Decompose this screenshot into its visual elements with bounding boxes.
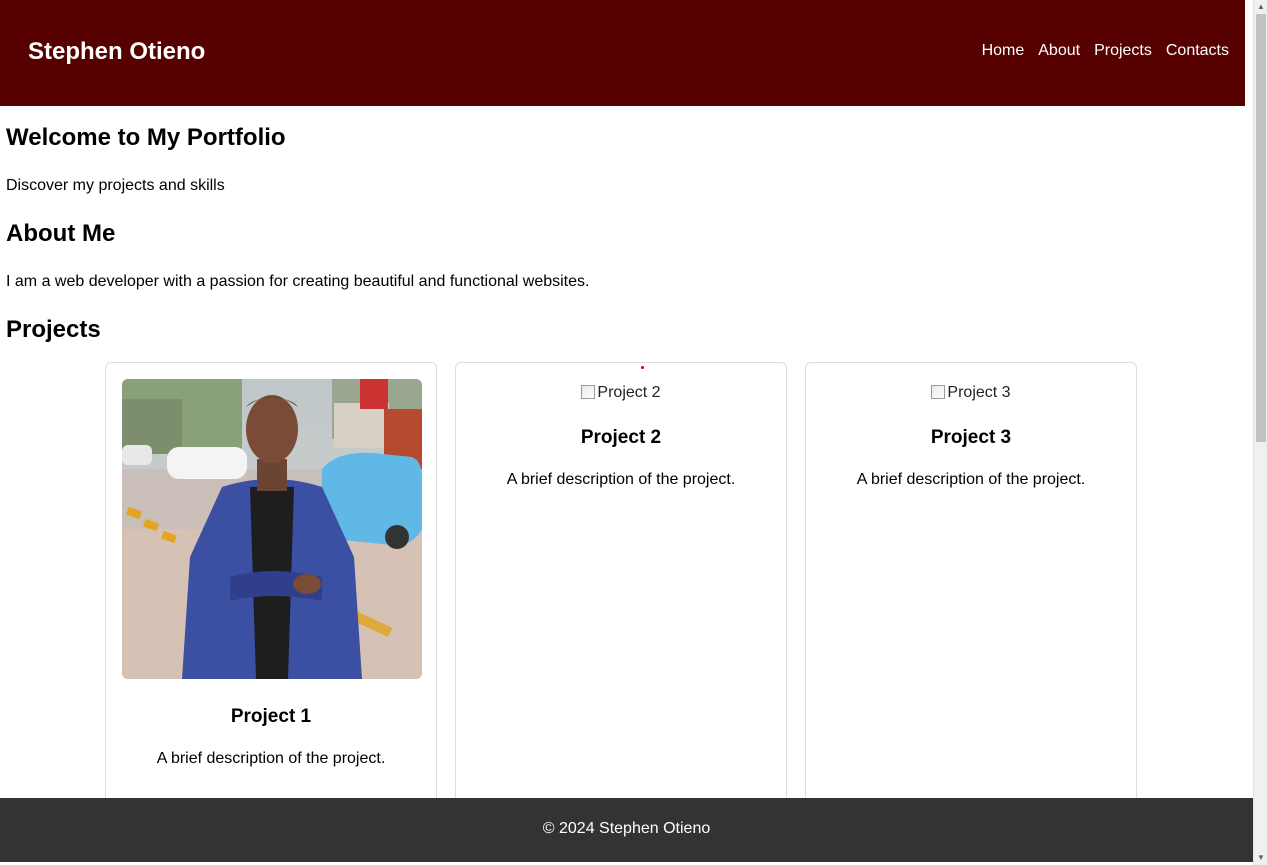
project-3-image-alt: Project 3	[947, 384, 1011, 401]
nav-link-contacts[interactable]: Contacts	[1166, 41, 1229, 61]
project-3-image: Project 3	[806, 383, 1136, 403]
project-1-title: Project 1	[230, 706, 312, 727]
project-2-image: Project 2	[456, 383, 786, 403]
scrollbar-thumb[interactable]	[1256, 14, 1266, 442]
site-footer: © 2024 Stephen Otieno	[0, 798, 1253, 862]
project-1-image	[122, 379, 422, 679]
site-header: Stephen Otieno Home About Projects Conta…	[0, 0, 1245, 106]
scroll-up-arrow-icon[interactable]: ▲	[1254, 0, 1267, 14]
project-card-3: Project 3 Project 3 A brief description …	[805, 362, 1137, 822]
project-2-description: A brief description of the project.	[506, 471, 736, 488]
project-3-title: Project 3	[930, 427, 1012, 448]
red-dot-marker	[641, 366, 644, 369]
footer-copyright: © 2024 Stephen Otieno	[542, 820, 711, 837]
project-2-title: Project 2	[580, 427, 662, 448]
broken-image-icon	[931, 385, 946, 399]
about-text: I am a web developer with a passion for …	[6, 273, 590, 290]
scroll-down-arrow-icon[interactable]: ▼	[1254, 851, 1267, 865]
project-card-1: Project 1 A brief description of the pro…	[105, 362, 437, 822]
welcome-subtitle: Discover my projects and skills	[6, 177, 225, 194]
project-card-2: Project 2 Project 2 A brief description …	[455, 362, 787, 822]
main-nav: Home About Projects Contacts	[982, 41, 1229, 61]
project-2-image-alt: Project 2	[597, 384, 661, 401]
broken-image-icon	[581, 385, 596, 399]
project-3-description: A brief description of the project.	[856, 471, 1086, 488]
nav-link-projects[interactable]: Projects	[1094, 41, 1152, 61]
nav-link-about[interactable]: About	[1038, 41, 1080, 61]
projects-heading: Projects	[6, 316, 101, 343]
vertical-scrollbar[interactable]: ▲ ▼	[1253, 0, 1267, 865]
page: Stephen Otieno Home About Projects Conta…	[0, 0, 1245, 865]
welcome-heading: Welcome to My Portfolio	[6, 124, 286, 151]
site-title: Stephen Otieno	[28, 38, 206, 65]
project-1-description: A brief description of the project.	[156, 750, 386, 767]
nav-link-home[interactable]: Home	[982, 41, 1025, 61]
about-heading: About Me	[6, 220, 116, 247]
portrait-photo	[122, 379, 422, 679]
